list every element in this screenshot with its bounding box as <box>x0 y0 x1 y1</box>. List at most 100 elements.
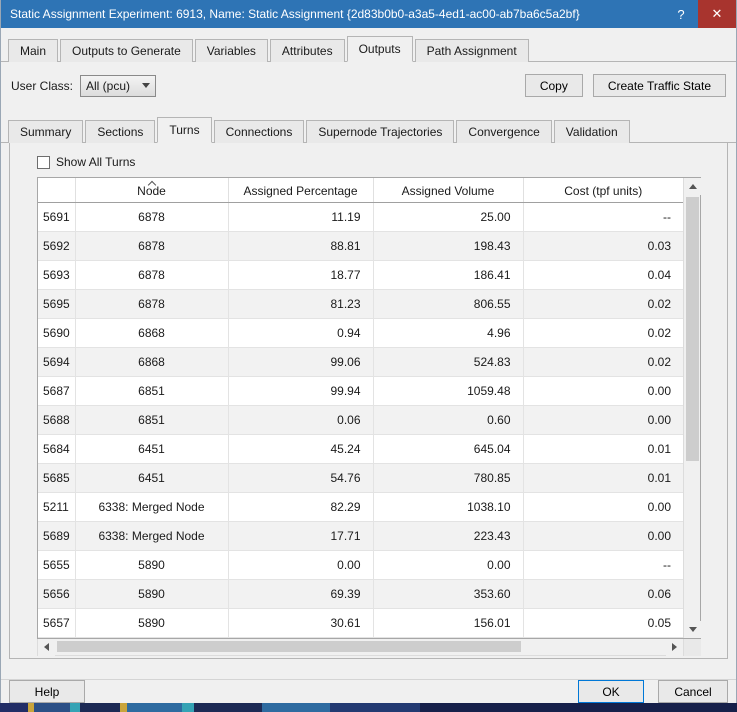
cancel-button[interactable]: Cancel <box>658 680 728 703</box>
node-cell[interactable]: 5890 <box>75 579 229 609</box>
assigned-volume-cell[interactable]: 25.00 <box>373 202 524 232</box>
row-id-cell[interactable]: 5693 <box>38 260 76 290</box>
cost-cell[interactable]: 0.00 <box>523 492 683 522</box>
assigned-percentage-cell[interactable]: 30.61 <box>228 608 374 638</box>
assigned-percentage-cell[interactable]: 18.77 <box>228 260 374 290</box>
assigned-volume-cell[interactable]: 1059.48 <box>373 376 524 406</box>
row-id-cell[interactable]: 5690 <box>38 318 76 348</box>
table-row[interactable]: 5692 6878 88.81 198.43 0.03 <box>38 231 683 261</box>
close-button[interactable]: ✕ <box>698 0 736 28</box>
node-cell[interactable]: 6851 <box>75 376 229 406</box>
scroll-right-button[interactable] <box>666 638 683 656</box>
tab-path-assignment[interactable]: Path Assignment <box>414 39 529 62</box>
assigned-percentage-cell[interactable]: 0.00 <box>228 550 374 580</box>
user-class-select[interactable]: All (pcu) <box>80 74 157 97</box>
ok-button[interactable]: OK <box>578 680 644 703</box>
subtab-turns[interactable]: Turns <box>157 117 212 143</box>
table-row[interactable]: 5684 6451 45.24 645.04 0.01 <box>38 434 683 464</box>
node-cell[interactable]: 6868 <box>75 318 229 348</box>
assigned-volume-cell[interactable]: 0.00 <box>373 550 524 580</box>
column-header-node[interactable]: Node <box>75 178 229 203</box>
table-row[interactable]: 5685 6451 54.76 780.85 0.01 <box>38 463 683 493</box>
assigned-percentage-cell[interactable]: 88.81 <box>228 231 374 261</box>
cost-cell[interactable]: 0.00 <box>523 405 683 435</box>
row-id-cell[interactable]: 5655 <box>38 550 76 580</box>
assigned-percentage-cell[interactable]: 81.23 <box>228 289 374 319</box>
table-row[interactable]: 5211 6338: Merged Node 82.29 1038.10 0.0… <box>38 492 683 522</box>
column-header-blank[interactable] <box>38 178 76 203</box>
assigned-volume-cell[interactable]: 524.83 <box>373 347 524 377</box>
assigned-percentage-cell[interactable]: 99.06 <box>228 347 374 377</box>
vertical-scroll-track[interactable] <box>684 195 700 621</box>
row-id-cell[interactable]: 5685 <box>38 463 76 493</box>
table-row[interactable]: 5694 6868 99.06 524.83 0.02 <box>38 347 683 377</box>
assigned-volume-cell[interactable]: 780.85 <box>373 463 524 493</box>
row-id-cell[interactable]: 5695 <box>38 289 76 319</box>
row-id-cell[interactable]: 5656 <box>38 579 76 609</box>
cost-cell[interactable]: 0.03 <box>523 231 683 261</box>
column-header-cost[interactable]: Cost (tpf units) <box>523 178 683 203</box>
help-button[interactable]: Help <box>9 680 85 703</box>
assigned-percentage-cell[interactable]: 0.06 <box>228 405 374 435</box>
help-titlebar-button[interactable]: ? <box>664 0 698 28</box>
copy-button[interactable]: Copy <box>524 74 583 97</box>
column-header-assigned-percentage[interactable]: Assigned Percentage <box>228 178 374 203</box>
table-row[interactable]: 5690 6868 0.94 4.96 0.02 <box>38 318 683 348</box>
assigned-volume-cell[interactable]: 4.96 <box>373 318 524 348</box>
assigned-percentage-cell[interactable]: 99.94 <box>228 376 374 406</box>
vertical-scroll-thumb[interactable] <box>686 197 699 461</box>
cost-cell[interactable]: 0.04 <box>523 260 683 290</box>
node-cell[interactable]: 6878 <box>75 260 229 290</box>
cost-cell[interactable]: 0.05 <box>523 608 683 638</box>
subtab-convergence[interactable]: Convergence <box>456 120 552 143</box>
node-cell[interactable]: 5890 <box>75 608 229 638</box>
subtab-summary[interactable]: Summary <box>8 120 84 143</box>
table-row[interactable]: 5657 5890 30.61 156.01 0.05 <box>38 608 683 638</box>
cost-cell[interactable]: 0.06 <box>523 579 683 609</box>
node-cell[interactable]: 6878 <box>75 202 229 232</box>
node-cell[interactable]: 6878 <box>75 289 229 319</box>
assigned-volume-cell[interactable]: 156.01 <box>373 608 524 638</box>
horizontal-scroll-thumb[interactable] <box>57 640 522 652</box>
subtab-connections[interactable]: Connections <box>213 120 305 143</box>
assigned-percentage-cell[interactable]: 17.71 <box>228 521 374 551</box>
assigned-volume-cell[interactable]: 186.41 <box>373 260 524 290</box>
tab-attributes[interactable]: Attributes <box>269 39 345 62</box>
assigned-percentage-cell[interactable]: 0.94 <box>228 318 374 348</box>
tab-outputs[interactable]: Outputs <box>346 36 413 62</box>
node-cell[interactable]: 6851 <box>75 405 229 435</box>
assigned-percentage-cell[interactable]: 54.76 <box>228 463 374 493</box>
assigned-volume-cell[interactable]: 198.43 <box>373 231 524 261</box>
cost-cell[interactable]: -- <box>523 202 683 232</box>
node-cell[interactable]: 6878 <box>75 231 229 261</box>
assigned-percentage-cell[interactable]: 69.39 <box>228 579 374 609</box>
horizontal-scroll-track[interactable] <box>55 639 666 655</box>
subtab-validation[interactable]: Validation <box>553 120 630 143</box>
table-row[interactable]: 5688 6851 0.06 0.60 0.00 <box>38 405 683 435</box>
assigned-volume-cell[interactable]: 353.60 <box>373 579 524 609</box>
assigned-percentage-cell[interactable]: 82.29 <box>228 492 374 522</box>
assigned-volume-cell[interactable]: 806.55 <box>373 289 524 319</box>
cost-cell[interactable]: 0.01 <box>523 434 683 464</box>
scroll-left-button[interactable] <box>38 638 55 656</box>
row-id-cell[interactable]: 5691 <box>38 202 76 232</box>
table-row[interactable]: 5656 5890 69.39 353.60 0.06 <box>38 579 683 609</box>
vertical-scrollbar[interactable] <box>683 178 701 638</box>
create-traffic-state-button[interactable]: Create Traffic State <box>592 74 726 97</box>
table-row[interactable]: 5695 6878 81.23 806.55 0.02 <box>38 289 683 319</box>
node-cell[interactable]: 5890 <box>75 550 229 580</box>
row-id-cell[interactable]: 5687 <box>38 376 76 406</box>
table-row[interactable]: 5693 6878 18.77 186.41 0.04 <box>38 260 683 290</box>
node-cell[interactable]: 6451 <box>75 434 229 464</box>
row-id-cell[interactable]: 5689 <box>38 521 76 551</box>
row-id-cell[interactable]: 5688 <box>38 405 76 435</box>
cost-cell[interactable]: 0.01 <box>523 463 683 493</box>
cost-cell[interactable]: 0.02 <box>523 289 683 319</box>
node-cell[interactable]: 6338: Merged Node <box>75 492 229 522</box>
assigned-percentage-cell[interactable]: 45.24 <box>228 434 374 464</box>
cost-cell[interactable]: -- <box>523 550 683 580</box>
cost-cell[interactable]: 0.00 <box>523 376 683 406</box>
assigned-volume-cell[interactable]: 645.04 <box>373 434 524 464</box>
assigned-volume-cell[interactable]: 1038.10 <box>373 492 524 522</box>
tab-variables[interactable]: Variables <box>194 39 268 62</box>
